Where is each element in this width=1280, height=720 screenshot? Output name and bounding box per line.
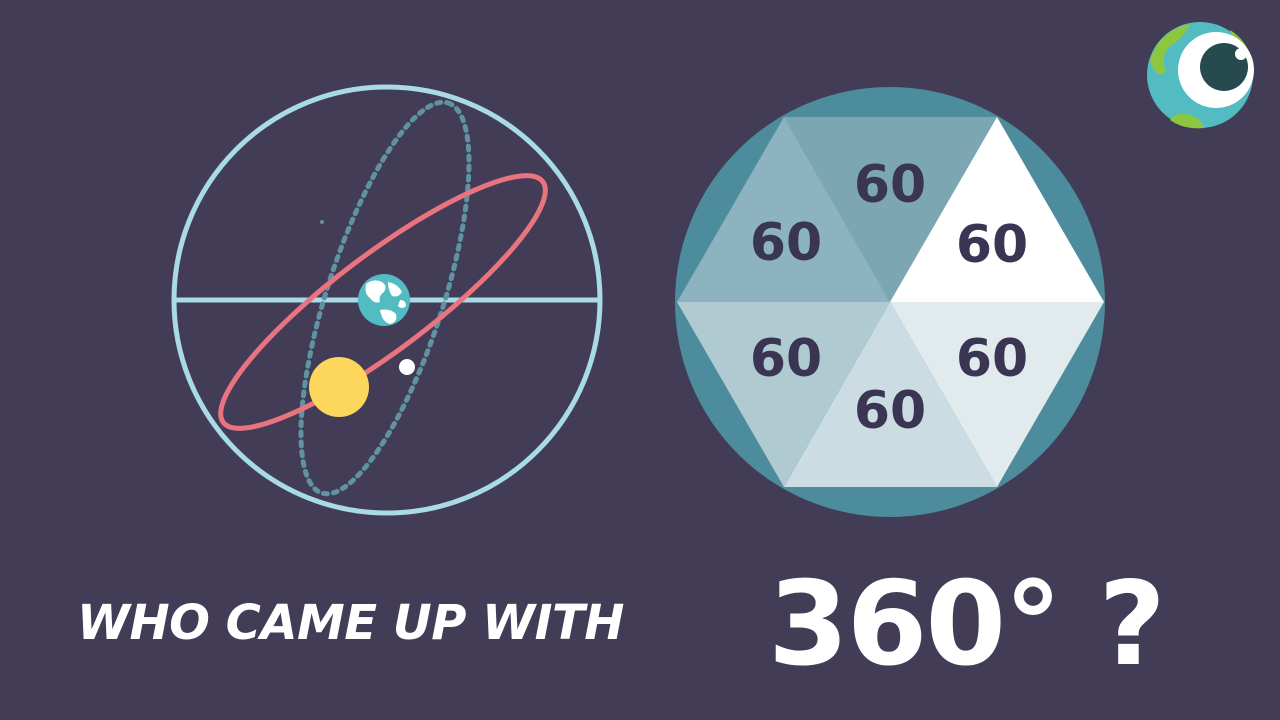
slice-label-top: 60 <box>854 155 926 215</box>
hexagon-diagram: 60 60 60 60 60 60 <box>675 87 1105 517</box>
illustration: 60 60 60 60 60 60 <box>171 22 1254 517</box>
slice-label-bottom: 60 <box>854 381 926 441</box>
slice-label-bottom-right: 60 <box>956 329 1028 389</box>
earth-icon <box>358 274 410 326</box>
slice-label-top-left: 60 <box>750 213 822 273</box>
slice-label-bottom-left: 60 <box>750 329 822 389</box>
slide: 60 60 60 60 60 60 WHO CAME UP WITH 360° … <box>0 0 1280 720</box>
channel-logo-icon[interactable] <box>1147 22 1254 129</box>
small-point <box>320 220 324 224</box>
sun-icon <box>309 357 369 417</box>
slice-label-top-right: 60 <box>956 215 1028 275</box>
celestial-sphere-diagram <box>171 84 603 516</box>
moon-icon <box>399 359 415 375</box>
